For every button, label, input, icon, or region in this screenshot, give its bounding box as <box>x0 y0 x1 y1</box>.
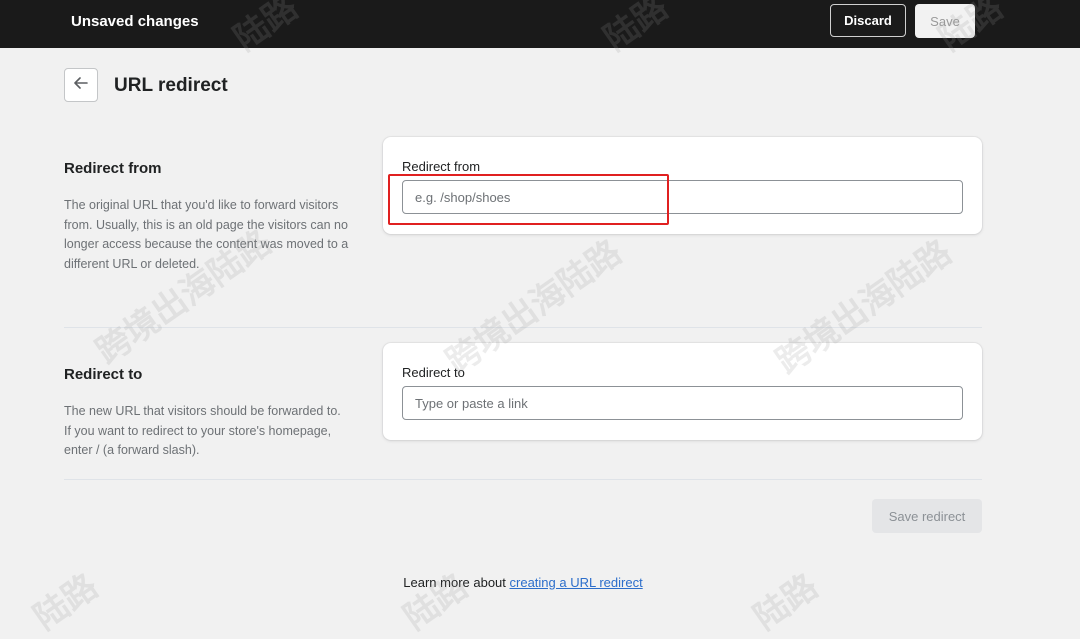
arrow-left-icon <box>74 76 88 94</box>
discard-button[interactable]: Discard <box>830 4 906 37</box>
creating-url-redirect-link[interactable]: creating a URL redirect <box>510 575 643 590</box>
watermark-text: 陆路 <box>746 566 826 639</box>
redirect-to-label: Redirect to <box>402 365 465 380</box>
save-button[interactable]: Save <box>915 4 975 38</box>
redirect-to-input[interactable] <box>402 386 963 420</box>
footer-prefix: Learn more about <box>403 575 510 590</box>
section-divider <box>64 327 982 328</box>
redirect-from-section-title: Redirect from <box>64 160 162 177</box>
page-title: URL redirect <box>114 75 228 96</box>
save-redirect-button[interactable]: Save redirect <box>872 499 982 533</box>
section-divider <box>64 479 982 480</box>
redirect-from-card: Redirect from <box>383 137 982 234</box>
watermark-text: 陆路 <box>26 566 106 639</box>
redirect-to-description: The new URL that visitors should be forw… <box>64 404 341 457</box>
redirect-from-description: The original URL that you'd like to forw… <box>64 198 349 271</box>
redirect-from-label: Redirect from <box>402 159 481 174</box>
footer-help-text: Learn more about creating a URL redirect <box>0 575 1046 590</box>
redirect-to-section-title: Redirect to <box>64 366 143 383</box>
back-button[interactable] <box>64 68 98 102</box>
redirect-from-input[interactable] <box>402 180 963 214</box>
unsaved-changes-title: Unsaved changes <box>71 13 199 30</box>
contextual-save-bar: Unsaved changes Discard Save <box>0 0 1080 48</box>
redirect-to-card: Redirect to <box>383 343 982 440</box>
watermark-text: 陆路 <box>396 566 476 639</box>
